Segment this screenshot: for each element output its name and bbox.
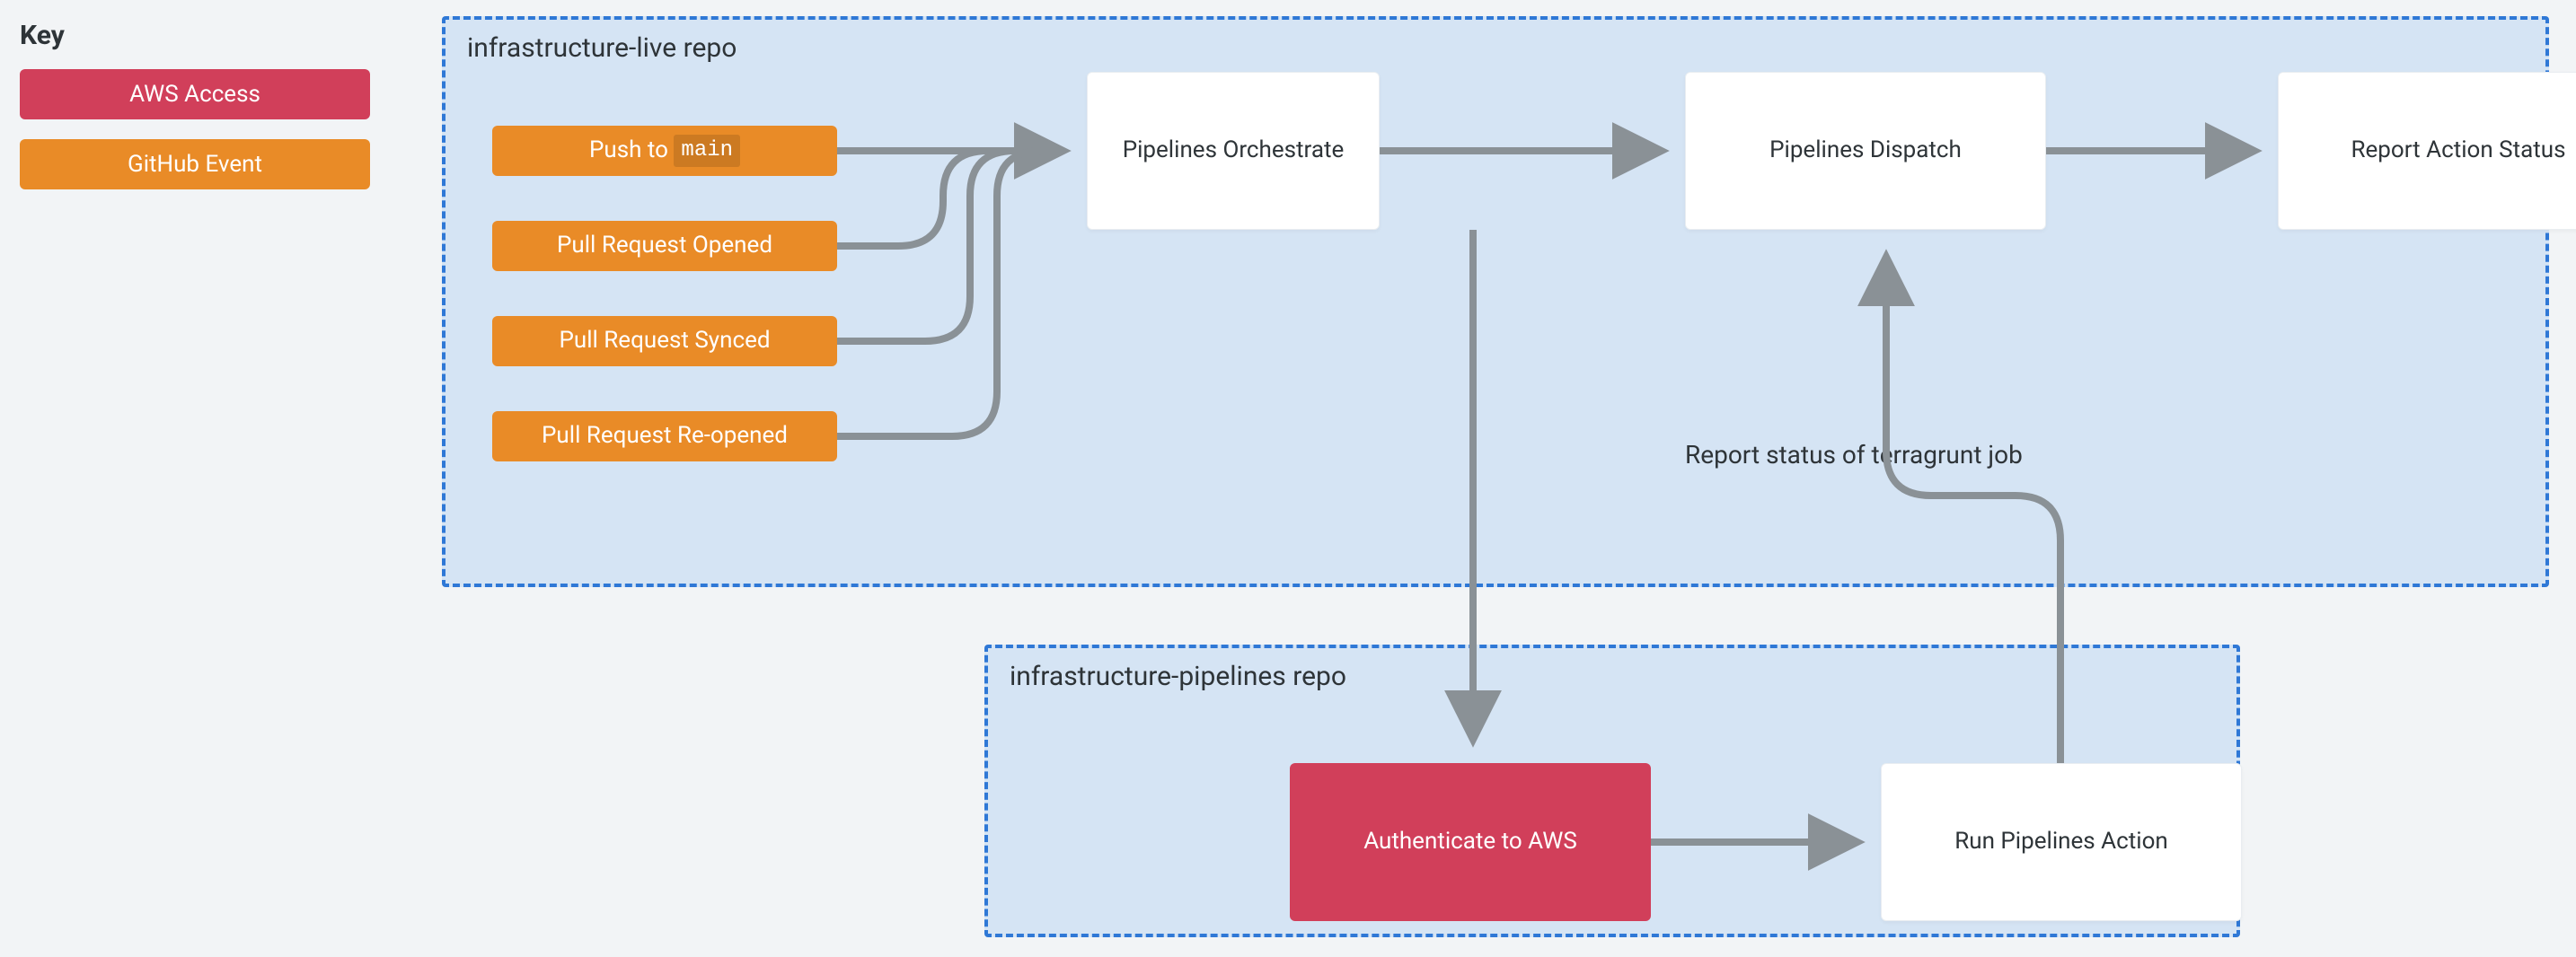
event-push-prefix: Push to [589,136,668,166]
legend-aws-access: AWS Access [20,69,370,119]
legend-title: Key [20,20,379,51]
legend: Key AWS Access GitHub Event [20,20,379,209]
event-pr-reopened: Pull Request Re-opened [492,411,837,461]
legend-github-event: GitHub Event [20,139,370,189]
event-pr-opened: Pull Request Opened [492,221,837,271]
node-run-pipelines-action: Run Pipelines Action [1881,763,2242,921]
node-report-action-status: Report Action Status [2278,72,2576,230]
repo-container-live: infrastructure-live repo [442,16,2549,587]
event-push-main: Push to main [492,126,837,176]
event-pr-synced: Pull Request Synced [492,316,837,366]
node-pipelines-dispatch: Pipelines Dispatch [1685,72,2046,230]
node-authenticate-aws: Authenticate to AWS [1290,763,1651,921]
repo-label-pipelines: infrastructure-pipelines repo [988,648,2236,705]
repo-label-live: infrastructure-live repo [446,20,2545,76]
event-push-branch: main [674,135,740,166]
annotation-report-status: Report status of terragrunt job [1685,440,2023,470]
node-pipelines-orchestrate: Pipelines Orchestrate [1087,72,1380,230]
